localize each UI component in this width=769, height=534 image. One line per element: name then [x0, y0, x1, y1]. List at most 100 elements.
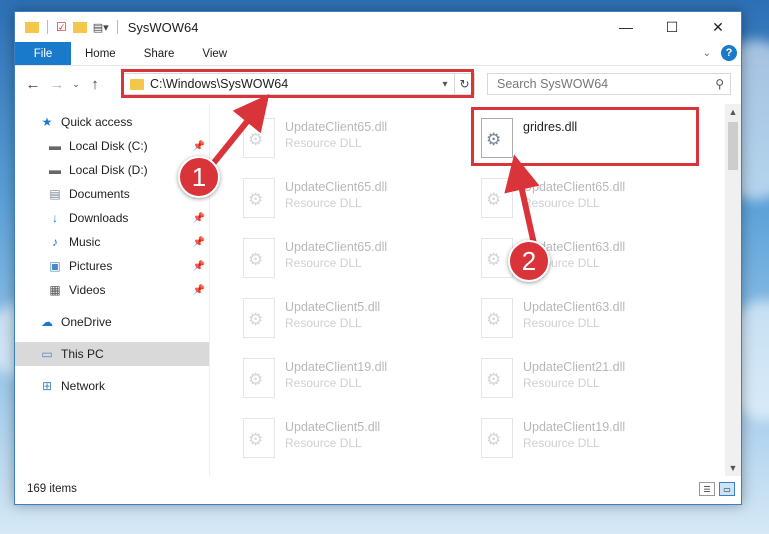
pin-icon: 📌 [192, 140, 205, 152]
file-item[interactable]: ⚙ UpdateClient5.dll Resource DLL [235, 410, 465, 466]
search-input[interactable]: Search SysWOW64 ⚲ [487, 73, 731, 95]
sidebar-item-label: Network [61, 379, 106, 393]
new-folder-icon[interactable] [72, 21, 87, 33]
window-title: SysWOW64 [127, 19, 199, 35]
file-item[interactable]: ⚙ UpdateClient21.dll Resource DLL [473, 350, 703, 406]
pin-icon: 📌 [192, 212, 205, 224]
step-badge-1: 1 [178, 156, 220, 198]
dll-file-icon: ⚙ [243, 358, 275, 398]
search-placeholder: Search SysWOW64 [497, 77, 609, 91]
file-type: Resource DLL [285, 196, 362, 210]
sidebar-item-quick-access[interactable]: ★ Quick access [15, 110, 209, 134]
file-name: UpdateClient5.dll [285, 300, 381, 314]
file-name: UpdateClient21.dll [523, 360, 626, 374]
file-item[interactable]: ⚙ UpdateClient65.dll Resource DLL [235, 230, 465, 286]
tab-file[interactable]: File [15, 42, 71, 65]
computer-icon: ▭ [41, 347, 53, 361]
file-item[interactable]: ⚙ UpdateClient63.dll Resource DLL [473, 290, 703, 346]
sidebar-item-label: This PC [61, 347, 104, 361]
cloud-icon: ☁ [41, 315, 53, 329]
customize-toolbar-icon[interactable]: ▤▾ [93, 21, 109, 34]
ribbon-right-controls: ⌄ ? [703, 45, 737, 61]
dll-file-icon: ⚙ [243, 418, 275, 458]
file-name: UpdateClient65.dll [523, 180, 626, 194]
file-item[interactable]: ⚙ UpdateClient19.dll Resource DLL [473, 410, 703, 466]
divider [116, 20, 118, 34]
file-name: UpdateClient65.dll [285, 240, 388, 254]
dll-file-icon: ⚙ [481, 298, 513, 338]
maximize-button[interactable]: ☐ [649, 12, 695, 42]
file-name: UpdateClient65.dll [285, 180, 388, 194]
tab-view[interactable]: View [188, 42, 241, 65]
scroll-down-icon[interactable]: ▼ [725, 463, 741, 473]
sidebar-item-network[interactable]: ⊞ Network [15, 374, 209, 398]
up-arrow-icon[interactable]: ↑ [83, 76, 107, 93]
properties-icon[interactable]: ☑ [56, 20, 67, 34]
expand-ribbon-icon[interactable]: ⌄ [703, 48, 711, 59]
sidebar-item-label: OneDrive [61, 315, 112, 329]
file-type: Resource DLL [285, 436, 362, 450]
ribbon-tabs: File Home Share View ⌄ ? [15, 42, 741, 66]
documents-icon: ▤ [49, 187, 61, 201]
forward-arrow-icon[interactable]: → [45, 76, 69, 93]
pin-icon: 📌 [192, 284, 205, 296]
sidebar-item-label: Pictures [69, 259, 113, 273]
item-count: 169 items [27, 483, 77, 495]
address-bar-highlight [121, 69, 474, 98]
file-type: Resource DLL [285, 376, 362, 390]
file-highlight [471, 107, 699, 166]
scroll-up-icon[interactable]: ▲ [725, 107, 741, 117]
file-type: Resource DLL [523, 316, 600, 330]
details-view-icon[interactable]: ☰ [699, 482, 715, 496]
scrollbar-thumb[interactable] [728, 122, 738, 170]
dll-file-icon: ⚙ [243, 298, 275, 338]
file-name: UpdateClient19.dll [523, 420, 626, 434]
file-item[interactable]: ⚙ UpdateClient65.dll Resource DLL [235, 110, 465, 166]
folder-icon[interactable] [25, 21, 39, 33]
sidebar-item-local-disk-c[interactable]: ▬ Local Disk (C:) 📌 [15, 134, 209, 158]
quick-access-toolbar: ☑ ▤▾ [15, 20, 120, 34]
sidebar-item-downloads[interactable]: ↓ Downloads 📌 [15, 206, 209, 230]
sidebar-item-videos[interactable]: ▦ Videos 📌 [15, 278, 209, 302]
search-icon: ⚲ [715, 77, 724, 91]
file-name: UpdateClient5.dll [285, 420, 381, 434]
file-item[interactable]: ⚙ UpdateClient5.dll Resource DLL [235, 290, 465, 346]
pin-icon: 📌 [192, 236, 205, 248]
drive-icon: ▬ [49, 163, 61, 177]
vertical-scrollbar[interactable]: ▲ ▼ [725, 104, 741, 476]
file-item[interactable]: ⚙ UpdateClient19.dll Resource DLL [235, 350, 465, 406]
close-button[interactable]: ✕ [695, 12, 741, 42]
file-item[interactable]: ⚙ UpdateClient65.dll Resource DLL [235, 170, 465, 226]
recent-locations-chevron-icon[interactable]: ⌄ [69, 79, 83, 90]
tab-share[interactable]: Share [130, 42, 189, 65]
dll-file-icon: ⚙ [243, 118, 275, 158]
file-type: Resource DLL [523, 376, 600, 390]
minimize-button[interactable]: — [603, 12, 649, 42]
pictures-icon: ▣ [49, 259, 61, 273]
sidebar-item-label: Quick access [61, 115, 133, 129]
tiles-view-icon[interactable]: ▭ [719, 482, 735, 496]
title-bar: ☑ ▤▾ SysWOW64 — ☐ ✕ [15, 12, 741, 42]
back-arrow-icon[interactable]: ← [21, 76, 45, 93]
help-button[interactable]: ? [721, 45, 737, 61]
sidebar-item-label: Downloads [69, 211, 129, 225]
sidebar-item-pictures[interactable]: ▣ Pictures 📌 [15, 254, 209, 278]
drive-icon: ▬ [49, 139, 61, 153]
view-toggle: ☰ ▭ [699, 482, 735, 496]
sidebar-item-music[interactable]: ♪ Music 📌 [15, 230, 209, 254]
videos-icon: ▦ [49, 283, 61, 297]
file-name: UpdateClient65.dll [285, 120, 388, 134]
dll-file-icon: ⚙ [481, 178, 513, 218]
dll-file-icon: ⚙ [243, 238, 275, 278]
tab-home[interactable]: Home [71, 42, 130, 65]
file-type: Resource DLL [285, 256, 362, 270]
file-name: UpdateClient63.dll [523, 300, 626, 314]
file-item[interactable]: ⚙ UpdateClient65.dll Resource DLL [473, 170, 703, 226]
sidebar-item-this-pc[interactable]: ▭ This PC [15, 342, 209, 366]
sidebar-item-onedrive[interactable]: ☁ OneDrive [15, 310, 209, 334]
file-type: Resource DLL [285, 136, 362, 150]
download-icon: ↓ [52, 211, 58, 225]
sidebar-item-label: Music [69, 235, 101, 249]
status-bar: 169 items ☰ ▭ [15, 474, 741, 504]
dll-file-icon: ⚙ [243, 178, 275, 218]
